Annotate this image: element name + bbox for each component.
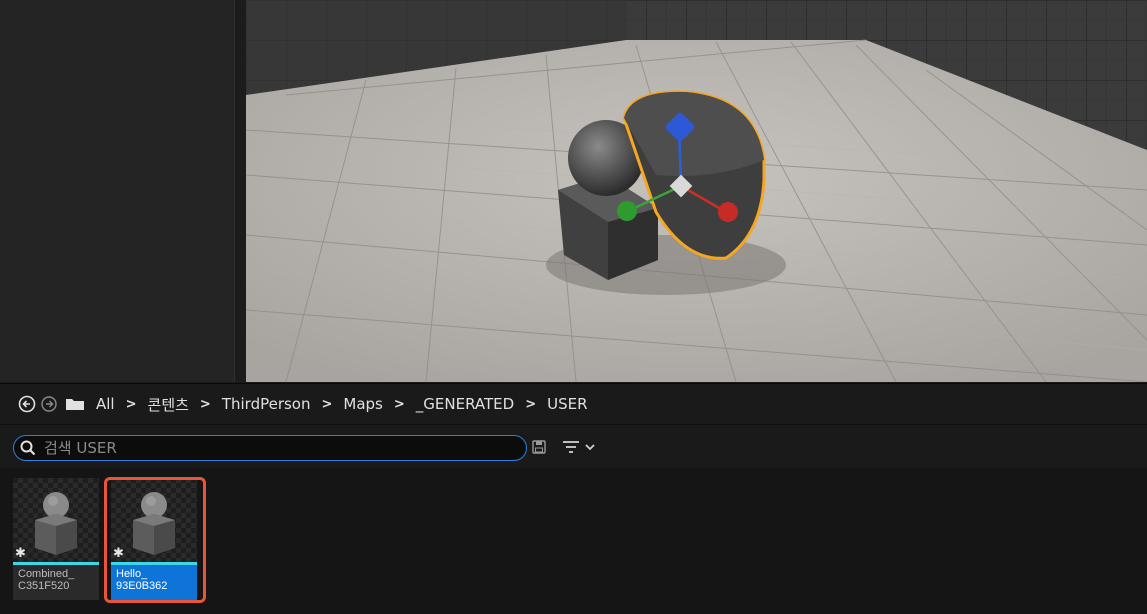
breadcrumb-separator: > (393, 396, 405, 412)
breadcrumb-all[interactable]: All (96, 395, 115, 413)
breadcrumb-thirdperson[interactable]: ThirdPerson (222, 395, 311, 413)
asset-name: Combined_ C351F520 (18, 568, 98, 592)
search-field[interactable] (13, 435, 527, 461)
breadcrumb-separator: > (525, 396, 537, 412)
breadcrumb-separator: > (125, 396, 137, 412)
save-icon[interactable] (532, 440, 546, 454)
breadcrumb: All > 콘텐츠 > ThirdPerson > Maps > _GENERA… (0, 384, 1147, 424)
asset-name-line1: Combined_ (18, 568, 75, 580)
viewport-scene (246, 0, 1147, 382)
folder-icon[interactable] (64, 395, 86, 413)
annotation-highlight-box (104, 477, 206, 603)
asset-tile-combined[interactable]: ✱ Combined_ C351F520 (13, 478, 99, 600)
outliner-panel (0, 0, 234, 382)
asset-badge-icon: ✱ (15, 546, 26, 561)
breadcrumb-separator: > (199, 396, 211, 412)
search-icon (20, 440, 36, 456)
breadcrumb-generated[interactable]: _GENERATED (416, 395, 514, 413)
asset-type-bar (13, 562, 99, 565)
filter-icon[interactable] (562, 440, 580, 454)
asset-name-line2: C351F520 (18, 580, 70, 592)
search-toolbar (0, 424, 1147, 469)
breadcrumb-content[interactable]: 콘텐츠 (148, 394, 189, 415)
chevron-down-icon[interactable] (584, 442, 596, 452)
search-input[interactable] (42, 438, 506, 458)
breadcrumb-maps[interactable]: Maps (343, 395, 382, 413)
forward-arrow-icon[interactable] (40, 395, 58, 413)
level-viewport[interactable] (246, 0, 1147, 382)
breadcrumb-user[interactable]: USER (547, 395, 587, 413)
breadcrumb-separator: > (321, 396, 333, 412)
back-arrow-icon[interactable] (18, 395, 36, 413)
